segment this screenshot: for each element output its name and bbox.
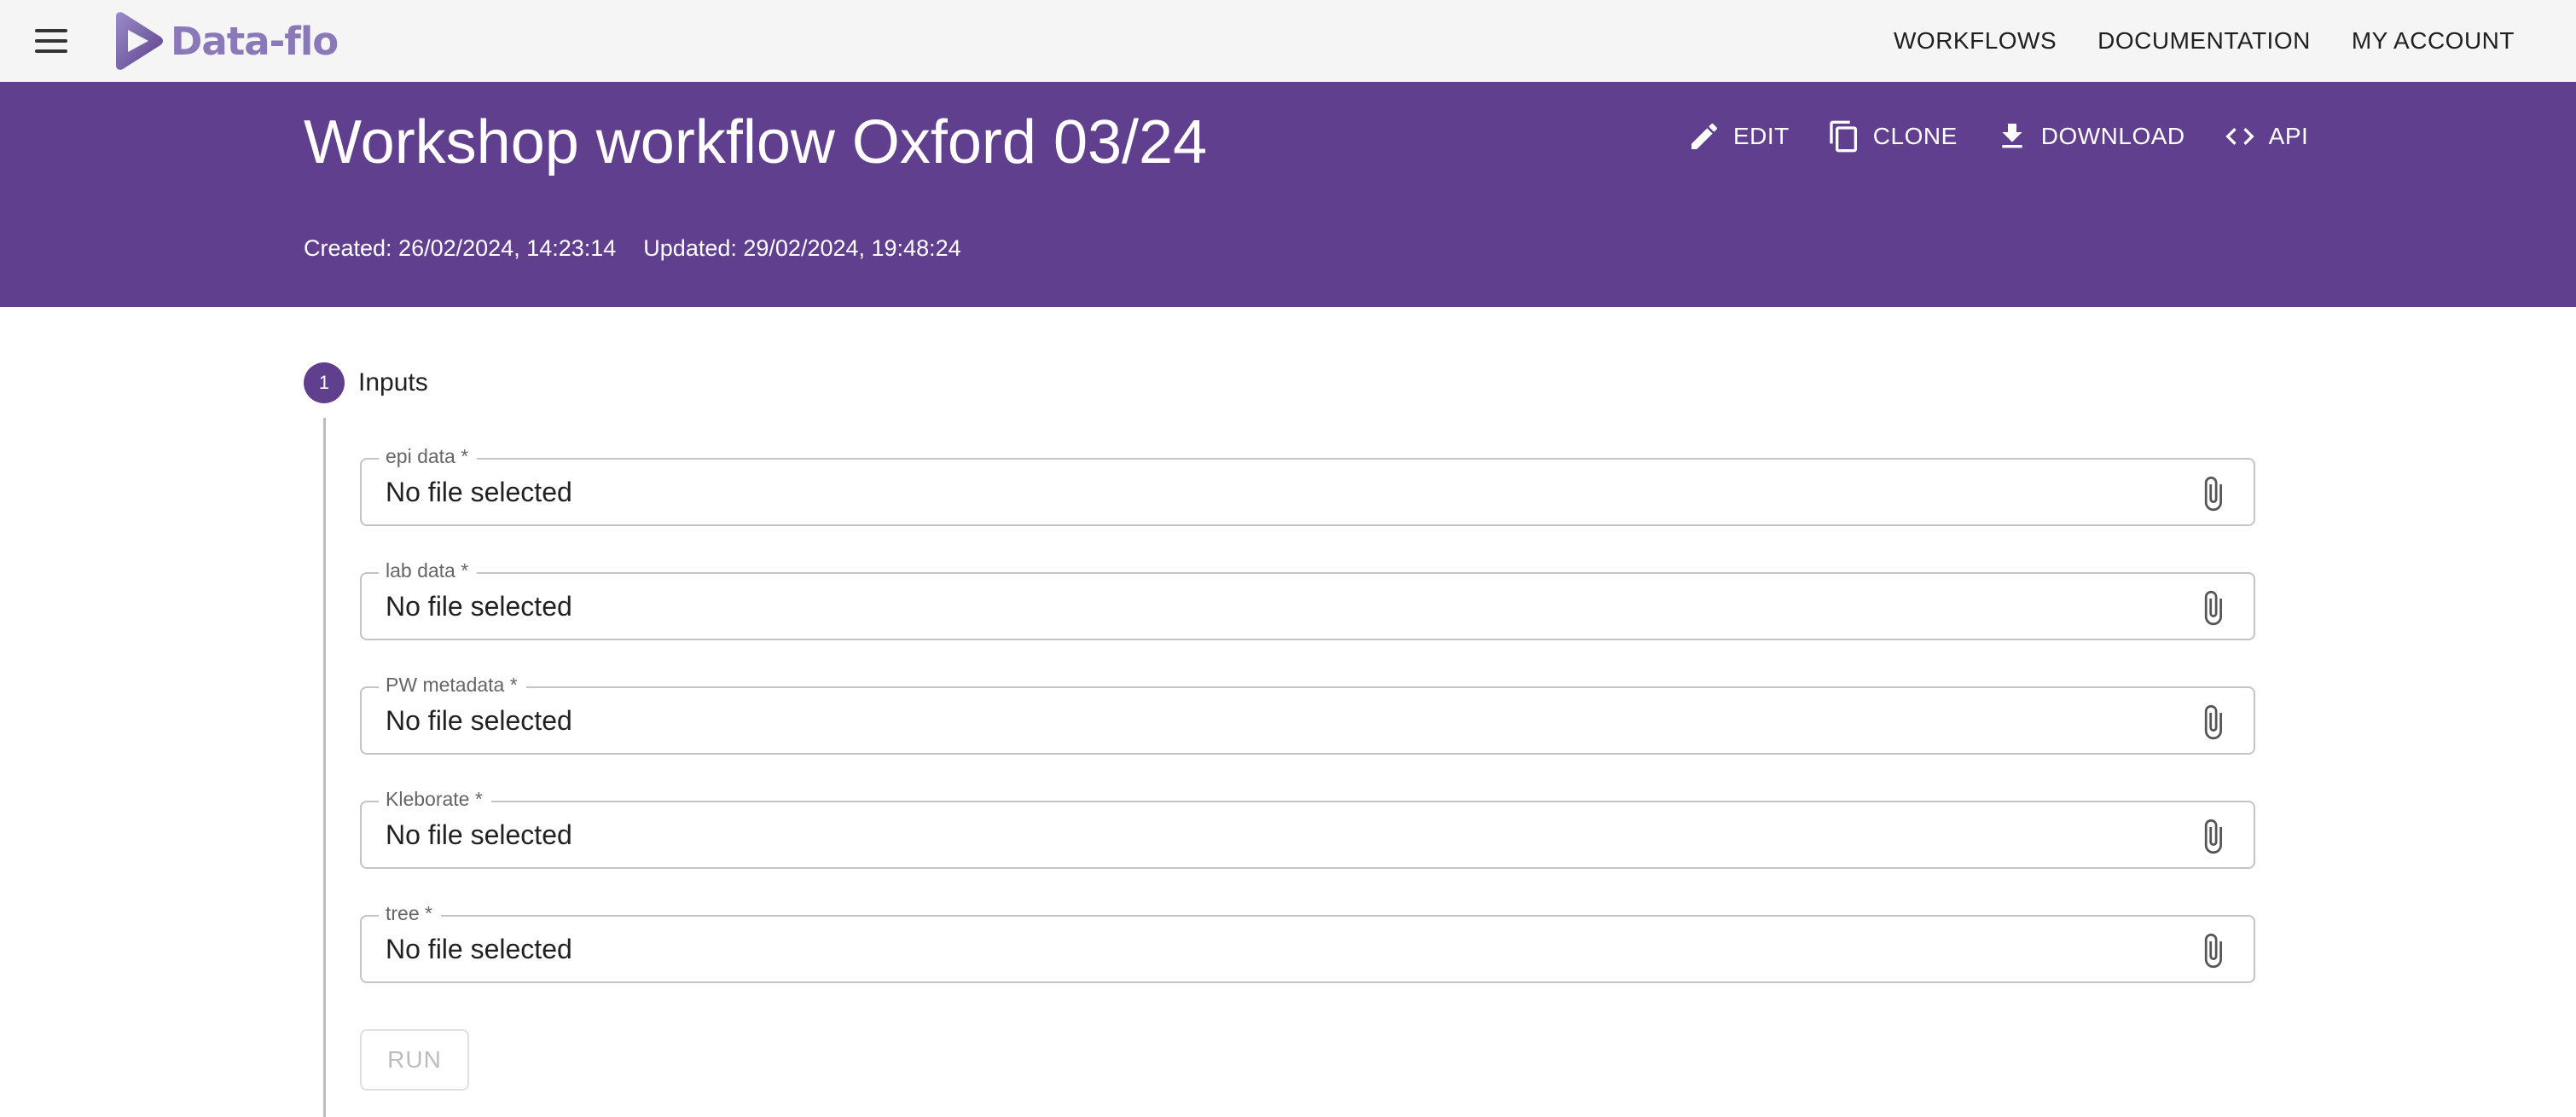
lab-data-file-field[interactable]: lab data * No file selected	[360, 559, 2255, 640]
step-label: Inputs	[358, 368, 428, 396]
field-label: lab data *	[379, 559, 478, 582]
step-inputs-header: 1 Inputs	[304, 362, 428, 403]
tree-file-field[interactable]: tree * No file selected	[360, 902, 2255, 983]
code-icon	[2225, 128, 2254, 145]
paperclip-icon[interactable]	[2194, 587, 2231, 628]
created-timestamp: Created: 26/02/2024, 14:23:14	[304, 235, 617, 261]
step-number-badge: 1	[304, 362, 345, 403]
field-label: Kleborate *	[379, 788, 491, 811]
api-button[interactable]: API	[2223, 119, 2309, 153]
paperclip-icon[interactable]	[2194, 930, 2231, 971]
copy-icon	[1830, 120, 1857, 153]
play-logo-icon	[116, 12, 163, 70]
kleborate-file-field[interactable]: Kleborate * No file selected	[360, 788, 2255, 869]
field-value: No file selected	[386, 934, 572, 964]
logo-text: Data-flo	[171, 18, 339, 64]
nav-workflows[interactable]: WORKFLOWS	[1894, 27, 2057, 55]
pencil-icon	[1691, 123, 1718, 149]
top-nav: WORKFLOWS DOCUMENTATION MY ACCOUNT	[1894, 0, 2515, 82]
app-bar: Data-flo WORKFLOWS DOCUMENTATION MY ACCO…	[0, 0, 2576, 82]
page-title: Workshop workflow Oxford 03/24	[304, 108, 1208, 177]
field-value: No file selected	[386, 477, 572, 507]
clone-button[interactable]: CLONE	[1827, 119, 1958, 153]
workflow-header: Workshop workflow Oxford 03/24 EDIT CLON…	[0, 82, 2576, 307]
api-label: API	[2268, 123, 2309, 149]
run-button[interactable]: RUN	[360, 1029, 469, 1091]
field-label: tree *	[379, 902, 441, 925]
updated-timestamp: Updated: 29/02/2024, 19:48:24	[643, 235, 961, 261]
download-icon	[2002, 124, 2022, 148]
field-value: No file selected	[386, 591, 572, 622]
edit-button[interactable]: EDIT	[1687, 119, 1790, 153]
nav-documentation[interactable]: DOCUMENTATION	[2097, 27, 2311, 55]
workflow-meta: Created: 26/02/2024, 14:23:14 Updated: 2…	[304, 235, 961, 262]
nav-my-account[interactable]: MY ACCOUNT	[2352, 27, 2515, 55]
field-value: No file selected	[386, 819, 572, 850]
field-label: PW metadata *	[379, 674, 526, 697]
epi-data-file-field[interactable]: epi data * No file selected	[360, 445, 2255, 526]
field-value: No file selected	[386, 705, 572, 736]
download-button[interactable]: DOWNLOAD	[1995, 119, 2185, 153]
logo[interactable]: Data-flo	[109, 10, 339, 72]
edit-label: EDIT	[1733, 123, 1790, 149]
header-actions: EDIT CLONE DOWNLOAD API	[1687, 119, 2308, 153]
clone-label: CLONE	[1872, 123, 1958, 149]
pw-metadata-file-field[interactable]: PW metadata * No file selected	[360, 674, 2255, 755]
paperclip-icon[interactable]	[2194, 473, 2231, 514]
hamburger-menu-icon[interactable]	[27, 22, 75, 60]
paperclip-icon[interactable]	[2194, 816, 2231, 857]
paperclip-icon[interactable]	[2194, 702, 2231, 743]
step-connector-line	[323, 418, 326, 1117]
download-label: DOWNLOAD	[2040, 123, 2185, 149]
field-label: epi data *	[379, 445, 478, 468]
